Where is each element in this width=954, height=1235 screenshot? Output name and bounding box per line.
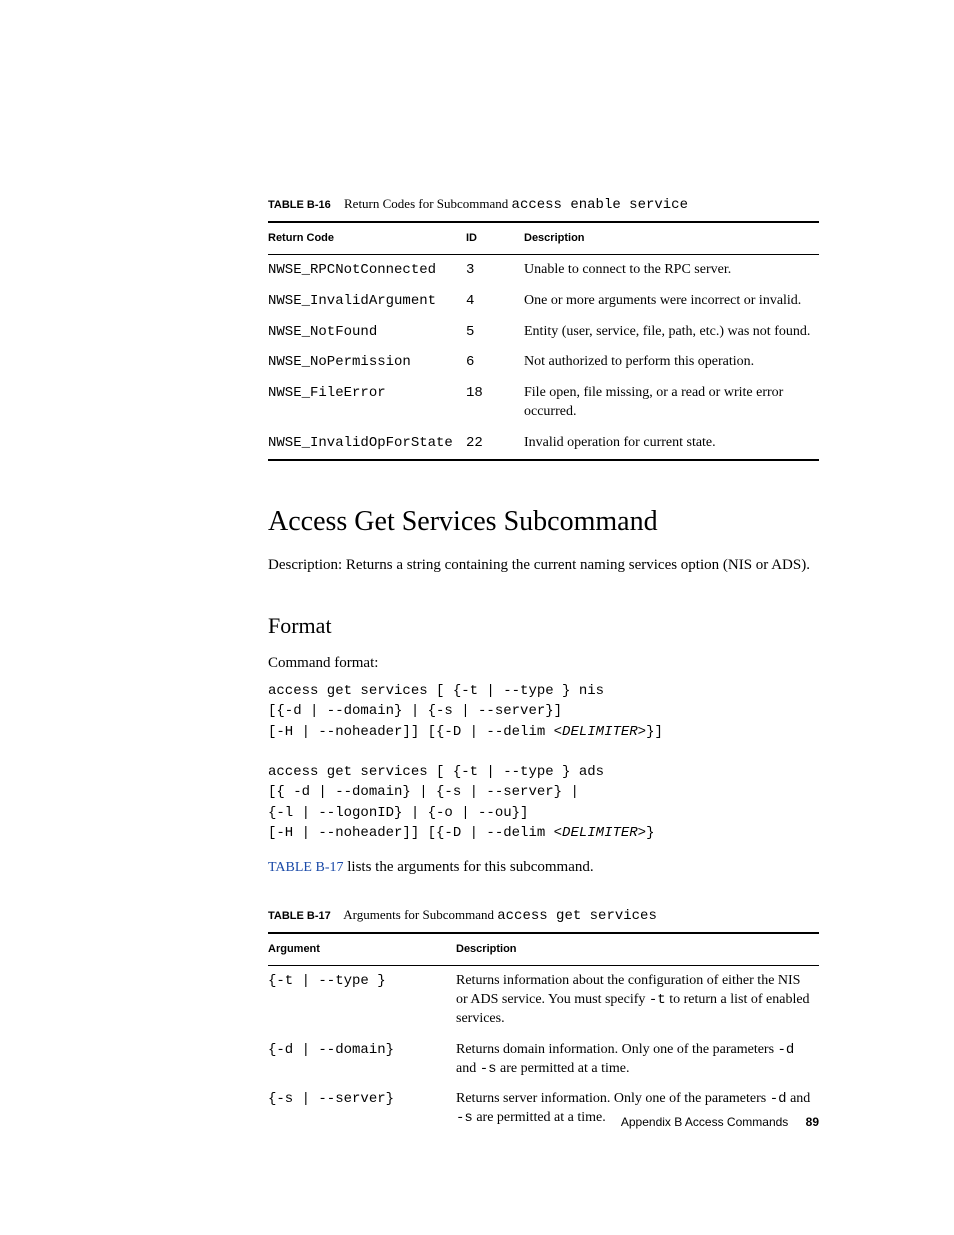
cell-desc: One or more arguments were incorrect or … <box>524 286 819 317</box>
cell-desc: Returns information about the configurat… <box>456 965 819 1034</box>
table17-label: TABLE B-17 <box>268 910 331 922</box>
table17-title-code: access get services <box>497 908 657 924</box>
cell-id: 18 <box>466 378 524 428</box>
ref-text: lists the arguments for this subcommand. <box>343 859 593 875</box>
cell-desc: Invalid operation for current state. <box>524 428 819 460</box>
cell-id: 4 <box>466 286 524 317</box>
table17-h2: Description <box>456 933 819 965</box>
page-number: 89 <box>806 1115 819 1129</box>
format-intro: Command format: <box>268 653 819 673</box>
table17: Argument Description {-t | --type } Retu… <box>268 932 819 1134</box>
table16: Return Code ID Description NWSE_RPCNotCo… <box>268 221 819 461</box>
format-heading: Format <box>268 611 819 641</box>
command-block-1: access get services [ {-t | --type } nis… <box>268 681 819 843</box>
cell-code: NWSE_FileError <box>268 378 466 428</box>
cell-code: NWSE_RPCNotConnected <box>268 254 466 285</box>
table-row: NWSE_NotFound 5 Entity (user, service, f… <box>268 317 819 348</box>
table17-title: Arguments for Subcommand <box>343 907 497 922</box>
table16-title-code: access enable service <box>512 197 688 213</box>
table16-h3: Description <box>524 222 819 254</box>
page: TABLE B-16 Return Codes for Subcommand a… <box>0 0 954 1235</box>
footer-text: Appendix B Access Commands <box>621 1115 788 1129</box>
cell-desc: Not authorized to perform this operation… <box>524 347 819 378</box>
table-row: NWSE_NoPermission 6 Not authorized to pe… <box>268 347 819 378</box>
footer: Appendix B Access Commands 89 <box>268 1114 819 1130</box>
cell-desc: File open, file missing, or a read or wr… <box>524 378 819 428</box>
cell-desc: Unable to connect to the RPC server. <box>524 254 819 285</box>
section-heading: Access Get Services Subcommand <box>268 503 819 541</box>
table16-h2: ID <box>466 222 524 254</box>
cell-arg: {-d | --domain} <box>268 1035 456 1085</box>
table16-label: TABLE B-16 <box>268 199 331 211</box>
cell-arg: {-t | --type } <box>268 965 456 1034</box>
cell-id: 5 <box>466 317 524 348</box>
cell-id: 3 <box>466 254 524 285</box>
cell-desc: Entity (user, service, file, path, etc.)… <box>524 317 819 348</box>
table-row: NWSE_RPCNotConnected 3 Unable to connect… <box>268 254 819 285</box>
table17-caption: TABLE B-17 Arguments for Subcommand acce… <box>268 906 819 926</box>
table-row: NWSE_InvalidOpForState 22 Invalid operat… <box>268 428 819 460</box>
ref-line: TABLE B-17 lists the arguments for this … <box>268 857 819 878</box>
section-desc: Description: Returns a string containing… <box>268 555 819 575</box>
table17-h1: Argument <box>268 933 456 965</box>
table-row: {-t | --type } Returns information about… <box>268 965 819 1034</box>
cell-id: 22 <box>466 428 524 460</box>
table16-h1: Return Code <box>268 222 466 254</box>
xref-table17[interactable]: TABLE B-17 <box>268 860 343 875</box>
cell-id: 6 <box>466 347 524 378</box>
cell-code: NWSE_NotFound <box>268 317 466 348</box>
table16-title: Return Codes for Subcommand <box>344 196 512 211</box>
cell-code: NWSE_NoPermission <box>268 347 466 378</box>
cell-code: NWSE_InvalidArgument <box>268 286 466 317</box>
table16-caption: TABLE B-16 Return Codes for Subcommand a… <box>268 195 819 215</box>
table-row: NWSE_FileError 18 File open, file missin… <box>268 378 819 428</box>
table-row: {-d | --domain} Returns domain informati… <box>268 1035 819 1085</box>
table-row: NWSE_InvalidArgument 4 One or more argum… <box>268 286 819 317</box>
cell-desc: Returns domain information. Only one of … <box>456 1035 819 1085</box>
cell-code: NWSE_InvalidOpForState <box>268 428 466 460</box>
